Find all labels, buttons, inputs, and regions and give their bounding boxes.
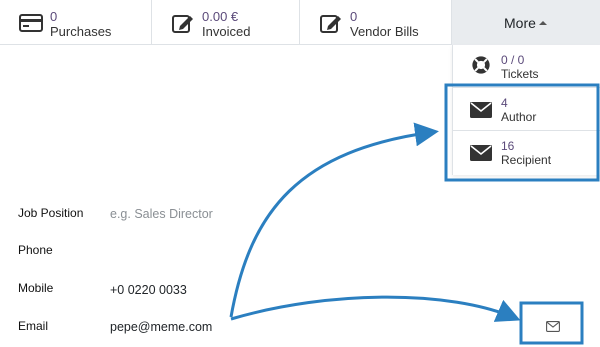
email-input[interactable]: pepe@meme.com (110, 320, 212, 334)
job-position-label: Job Position (18, 206, 84, 220)
life-ring-icon (472, 56, 490, 74)
credit-card-icon (19, 14, 43, 32)
purchases-button[interactable]: 0 Purchases (0, 0, 152, 45)
author-count: 4 (501, 96, 508, 110)
more-dropdown: 0 / 0 Tickets 4 Author 16 Recipient (452, 45, 600, 175)
more-button[interactable]: More (452, 0, 600, 45)
envelope-icon (546, 321, 560, 332)
envelope-icon (470, 145, 492, 161)
recipient-messages-button[interactable]: 16 Recipient (453, 131, 600, 173)
envelope-icon (470, 102, 492, 118)
purchases-label: Purchases (50, 24, 112, 39)
email-label: Email (18, 319, 49, 333)
more-label: More (504, 15, 536, 31)
caret-up-icon (539, 21, 547, 25)
author-label: Author (501, 110, 537, 124)
mobile-input[interactable]: +0 0220 0033 (110, 283, 187, 297)
purchases-count: 0 (50, 9, 58, 24)
mobile-label: Mobile (18, 281, 54, 295)
arrow-to-email-button (230, 295, 521, 322)
vendor-bills-button[interactable]: 0 Vendor Bills (300, 0, 452, 45)
arrow-to-dropdown (229, 122, 439, 318)
phone-input[interactable] (110, 243, 310, 259)
author-messages-button[interactable]: 4 Author (453, 88, 600, 129)
send-email-button[interactable] (528, 312, 580, 342)
tickets-label: Tickets (501, 67, 539, 81)
recipient-label: Recipient (501, 153, 552, 167)
smart-button-bar: 0 Purchases 0.00 € Invoiced 0 Vendor Bil… (0, 0, 600, 45)
vendor-bills-label: Vendor Bills (350, 24, 419, 39)
recipient-count: 16 (501, 139, 515, 153)
tickets-button[interactable]: 0 / 0 Tickets (453, 45, 600, 85)
edit-icon (320, 15, 341, 33)
invoiced-amount: 0.00 € (202, 9, 239, 24)
tickets-count: 0 / 0 (501, 53, 525, 67)
edit-icon (172, 15, 193, 33)
invoiced-label: Invoiced (202, 24, 251, 39)
vendor-bills-count: 0 (350, 9, 358, 24)
phone-label: Phone (18, 243, 53, 257)
invoiced-button[interactable]: 0.00 € Invoiced (152, 0, 300, 45)
job-position-input[interactable]: e.g. Sales Director (110, 207, 213, 221)
